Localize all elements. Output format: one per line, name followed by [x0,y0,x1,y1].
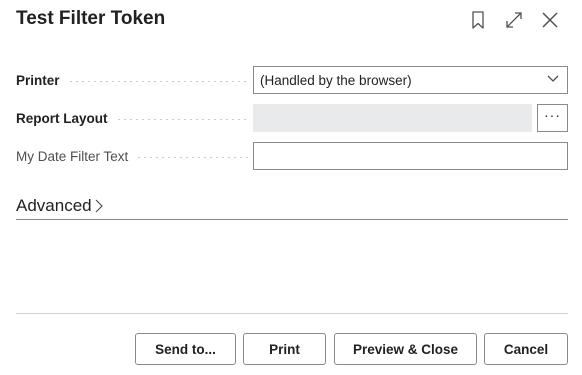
close-icon[interactable] [539,8,561,32]
label-leader-dots [136,156,248,158]
printer-label-container: Printer [16,66,248,94]
date-filter-label: My Date Filter Text [16,148,129,164]
report-layout-label-container: Report Layout [16,104,248,132]
date-filter-row: My Date Filter Text [16,142,568,170]
preview-close-button[interactable]: Preview & Close [334,333,477,365]
print-button[interactable]: Print [243,333,326,365]
cancel-button[interactable]: Cancel [484,333,568,365]
report-layout-label: Report Layout [16,110,108,126]
advanced-section: Advanced [16,194,568,220]
expand-icon[interactable] [503,8,525,32]
bookmark-icon[interactable] [467,8,489,32]
advanced-toggle[interactable]: Advanced [16,194,103,218]
report-layout-row: Report Layout ··· [16,104,568,132]
date-filter-label-container: My Date Filter Text [16,142,248,170]
report-layout-assist-button[interactable]: ··· [537,104,568,132]
send-to-button[interactable]: Send to... [135,333,236,365]
printer-label: Printer [16,72,60,88]
footer-divider [16,313,568,314]
chevron-down-icon [547,75,559,82]
chevron-right-icon [95,199,103,213]
dialog-title: Test Filter Token [16,8,166,29]
advanced-label: Advanced [16,196,92,215]
printer-row: Printer (Handled by the browser) [16,66,568,94]
label-leader-dots [115,118,248,120]
label-leader-dots [67,80,248,82]
report-request-dialog: Test Filter Token Printer (Handled by th… [0,0,582,375]
report-layout-field [253,104,532,132]
printer-value: (Handled by the browser) [260,72,412,88]
date-filter-input[interactable] [253,142,568,170]
printer-select[interactable]: (Handled by the browser) [253,66,568,94]
